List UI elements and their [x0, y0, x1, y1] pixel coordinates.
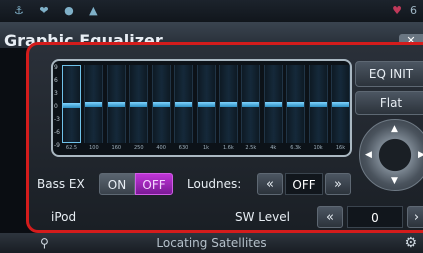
- eq-y-tick: 6: [54, 77, 58, 84]
- bottom-bar: ⚲ Locating Satellites ⚙: [0, 233, 423, 253]
- down-arrow-icon[interactable]: ▼: [391, 176, 398, 186]
- eq-init-button[interactable]: EQ INIT: [355, 61, 423, 87]
- eq-frequency-labels: 62.5 100 160 250 400 630 1k 1.6k 2.5k 4k 6.3k 10k 16…: [62, 145, 350, 153]
- right-arrow-icon[interactable]: ▶: [418, 150, 423, 160]
- eq-band-level: [152, 101, 170, 107]
- status-icons: ⚓ ❤ ● ▲: [14, 4, 104, 17]
- status-right-text: 6: [410, 4, 417, 17]
- eq-y-tick: -3: [54, 116, 60, 123]
- eq-band-level: [197, 101, 215, 107]
- sw-level-value: 0: [347, 206, 403, 228]
- eq-band-level: [130, 101, 148, 107]
- eq-y-tick: 9: [54, 64, 58, 71]
- bass-ex-off-button[interactable]: OFF: [135, 173, 173, 195]
- eq-band-slider[interactable]: [263, 65, 283, 143]
- eq-frequency-label: 100: [89, 145, 99, 151]
- status-right: ♥ 6: [392, 4, 417, 17]
- sw-level-prev-button[interactable]: «: [317, 206, 343, 228]
- bass-ex-label: Bass EX: [37, 177, 85, 191]
- sw-level-label: SW Level: [235, 210, 290, 224]
- eq-band-slider[interactable]: [331, 65, 350, 143]
- eq-y-axis: 9 6 3 0 -3 -6 -9: [54, 64, 61, 150]
- eq-frequency-label: 10k: [313, 145, 323, 151]
- equalizer-graph[interactable]: 9 6 3 0 -3 -6 -9 62.5 100 160 250 400 630 1k 1.6k 2.5k…: [51, 59, 352, 157]
- loudness-prev-button[interactable]: «: [257, 173, 283, 195]
- sw-level-next-button[interactable]: ›: [407, 206, 423, 228]
- heart-icon: ♥: [392, 4, 402, 17]
- bass-ex-on-button[interactable]: ON: [99, 173, 135, 195]
- eq-band-level: [85, 101, 103, 107]
- eq-frequency-label: 2.5k: [245, 145, 257, 151]
- eq-band-slider[interactable]: [308, 65, 328, 143]
- eq-bands: [62, 65, 350, 143]
- eq-band-level: [107, 101, 125, 107]
- up-arrow-icon[interactable]: ▲: [391, 124, 398, 134]
- eq-band-level: [242, 101, 260, 107]
- eq-band-slider[interactable]: [129, 65, 149, 143]
- eq-band-level: [219, 101, 237, 107]
- eq-band-level: [264, 101, 282, 107]
- equalizer-panel: 9 6 3 0 -3 -6 -9 62.5 100 160 250 400 630 1k 1.6k 2.5k…: [26, 42, 423, 233]
- eq-band-slider[interactable]: [218, 65, 238, 143]
- eq-band-slider[interactable]: [196, 65, 216, 143]
- eq-y-tick: -6: [54, 129, 60, 136]
- eq-frequency-label: 630: [178, 145, 189, 151]
- eq-frequency-label: 400: [156, 145, 166, 151]
- flat-button[interactable]: Flat: [355, 91, 423, 115]
- eq-frequency-label: 1k: [202, 145, 210, 151]
- cursor-pad[interactable]: ▲ ▼ ◀ ▶: [359, 119, 423, 191]
- eq-band-level: [63, 102, 80, 108]
- loudness-value: OFF: [285, 173, 323, 195]
- loudness-label: Loudnes:: [187, 177, 242, 191]
- loudness-next-button[interactable]: »: [325, 173, 351, 195]
- eq-frequency-label: 1.6k: [222, 145, 234, 151]
- eq-band-slider[interactable]: [174, 65, 194, 143]
- eq-band-slider[interactable]: [84, 65, 104, 143]
- gear-icon[interactable]: ⚙: [404, 235, 417, 251]
- source-label: iPod: [51, 210, 77, 224]
- eq-band-slider[interactable]: [106, 65, 126, 143]
- eq-y-tick: 0: [54, 103, 58, 110]
- eq-band-level: [287, 101, 305, 107]
- eq-band-level: [175, 101, 193, 107]
- eq-y-tick: -9: [54, 142, 60, 149]
- eq-band-slider[interactable]: [286, 65, 306, 143]
- eq-band-level: [309, 101, 327, 107]
- eq-band-slider[interactable]: [62, 65, 81, 143]
- gps-status-text: Locating Satellites: [156, 236, 267, 250]
- eq-frequency-label: 160: [111, 145, 122, 151]
- eq-y-tick: 3: [54, 90, 58, 97]
- eq-band-level: [332, 101, 349, 107]
- eq-band-slider[interactable]: [241, 65, 261, 143]
- eq-frequency-label: 4k: [270, 145, 277, 151]
- eq-frequency-label: 250: [133, 145, 144, 151]
- eq-frequency-label: 6.3k: [290, 145, 302, 151]
- eq-frequency-label: 16k: [335, 145, 346, 151]
- eq-band-slider[interactable]: [151, 65, 171, 143]
- status-bar: ⚓ ❤ ● ▲ ♥ 6: [0, 0, 423, 22]
- eq-frequency-label: 62.5: [65, 145, 78, 151]
- left-arrow-icon[interactable]: ◀: [365, 150, 372, 160]
